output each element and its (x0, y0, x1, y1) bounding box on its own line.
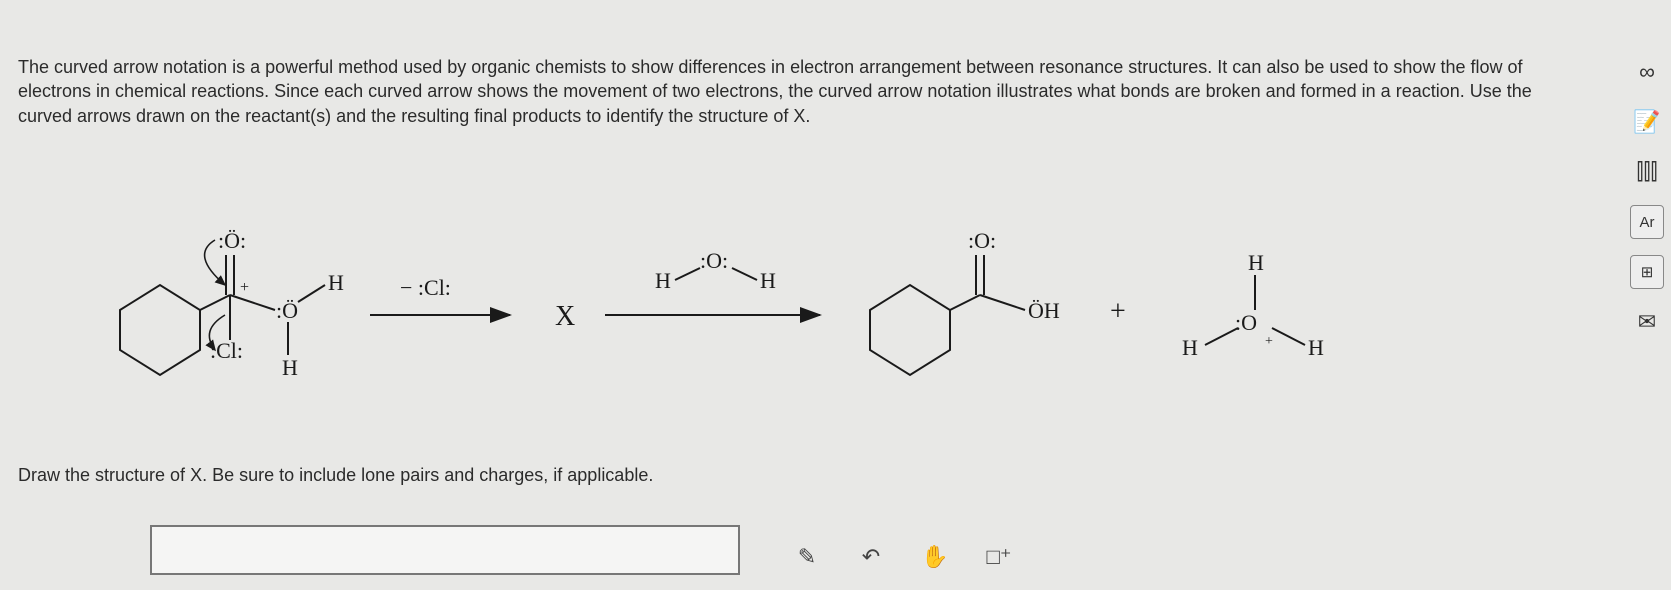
periodic-table-button[interactable]: ⊞ (1630, 255, 1664, 289)
reaction-arrow-2: H :O: H (605, 248, 820, 315)
product2-h-right: H (1308, 335, 1324, 360)
water-h-left: H (655, 268, 671, 293)
right-sidebar: ∞ 📝 ⫿⫿⫿ Ar ⊞ ✉ (1623, 55, 1671, 339)
note-icon[interactable]: 📝 (1630, 105, 1664, 139)
reaction-scheme: :Ö: :Cl: + :Ö H H − :Cl: X (60, 200, 1520, 420)
product-2-structure: :O + H H H (1182, 250, 1324, 360)
charge-tool-button[interactable]: □⁺ (982, 540, 1016, 574)
reactant-top-oxygen: :Ö: (218, 228, 246, 253)
reactant-plus-charge: + (240, 279, 249, 296)
ar-button[interactable]: Ar (1630, 205, 1664, 239)
infinity-icon[interactable]: ∞ (1630, 55, 1664, 89)
bars-icon[interactable]: ⫿⫿⫿ (1630, 155, 1664, 189)
product-1-structure: :O: ÖH (870, 228, 1060, 375)
mail-icon[interactable]: ✉ (1630, 305, 1664, 339)
water-oxygen: :O: (700, 248, 728, 273)
reaction-arrow-1: − :Cl: (370, 275, 510, 315)
plus-sign: + (1110, 296, 1126, 327)
product1-top-oxygen: :O: (968, 228, 996, 253)
reactant-h-top: H (328, 270, 344, 295)
drawing-canvas[interactable] (150, 525, 740, 575)
drawing-toolbar: ✎ ↶ ✋ □⁺ (790, 540, 1016, 574)
intermediate-x: X (555, 301, 575, 332)
reactant-right-oxygen: :Ö (276, 298, 298, 323)
draw-instruction: Draw the structure of X. Be sure to incl… (18, 465, 653, 486)
reactant-h-bottom: H (282, 355, 298, 380)
product2-oxygen: :O (1235, 310, 1257, 335)
water-h-right: H (760, 268, 776, 293)
undo-button[interactable]: ↶ (854, 540, 888, 574)
product2-plus-charge: + (1265, 334, 1273, 349)
reactant-chlorine: :Cl: (210, 338, 243, 363)
reactant-structure: :Ö: :Cl: + :Ö H H (120, 228, 344, 380)
draw-tool-button[interactable]: ✎ (790, 540, 824, 574)
leaving-group-label: − :Cl: (400, 275, 451, 300)
product1-oh: ÖH (1028, 298, 1060, 323)
hand-tool-button[interactable]: ✋ (918, 540, 952, 574)
product2-h-left: H (1182, 335, 1198, 360)
product2-h-top: H (1248, 250, 1264, 275)
question-prompt: The curved arrow notation is a powerful … (18, 55, 1578, 128)
